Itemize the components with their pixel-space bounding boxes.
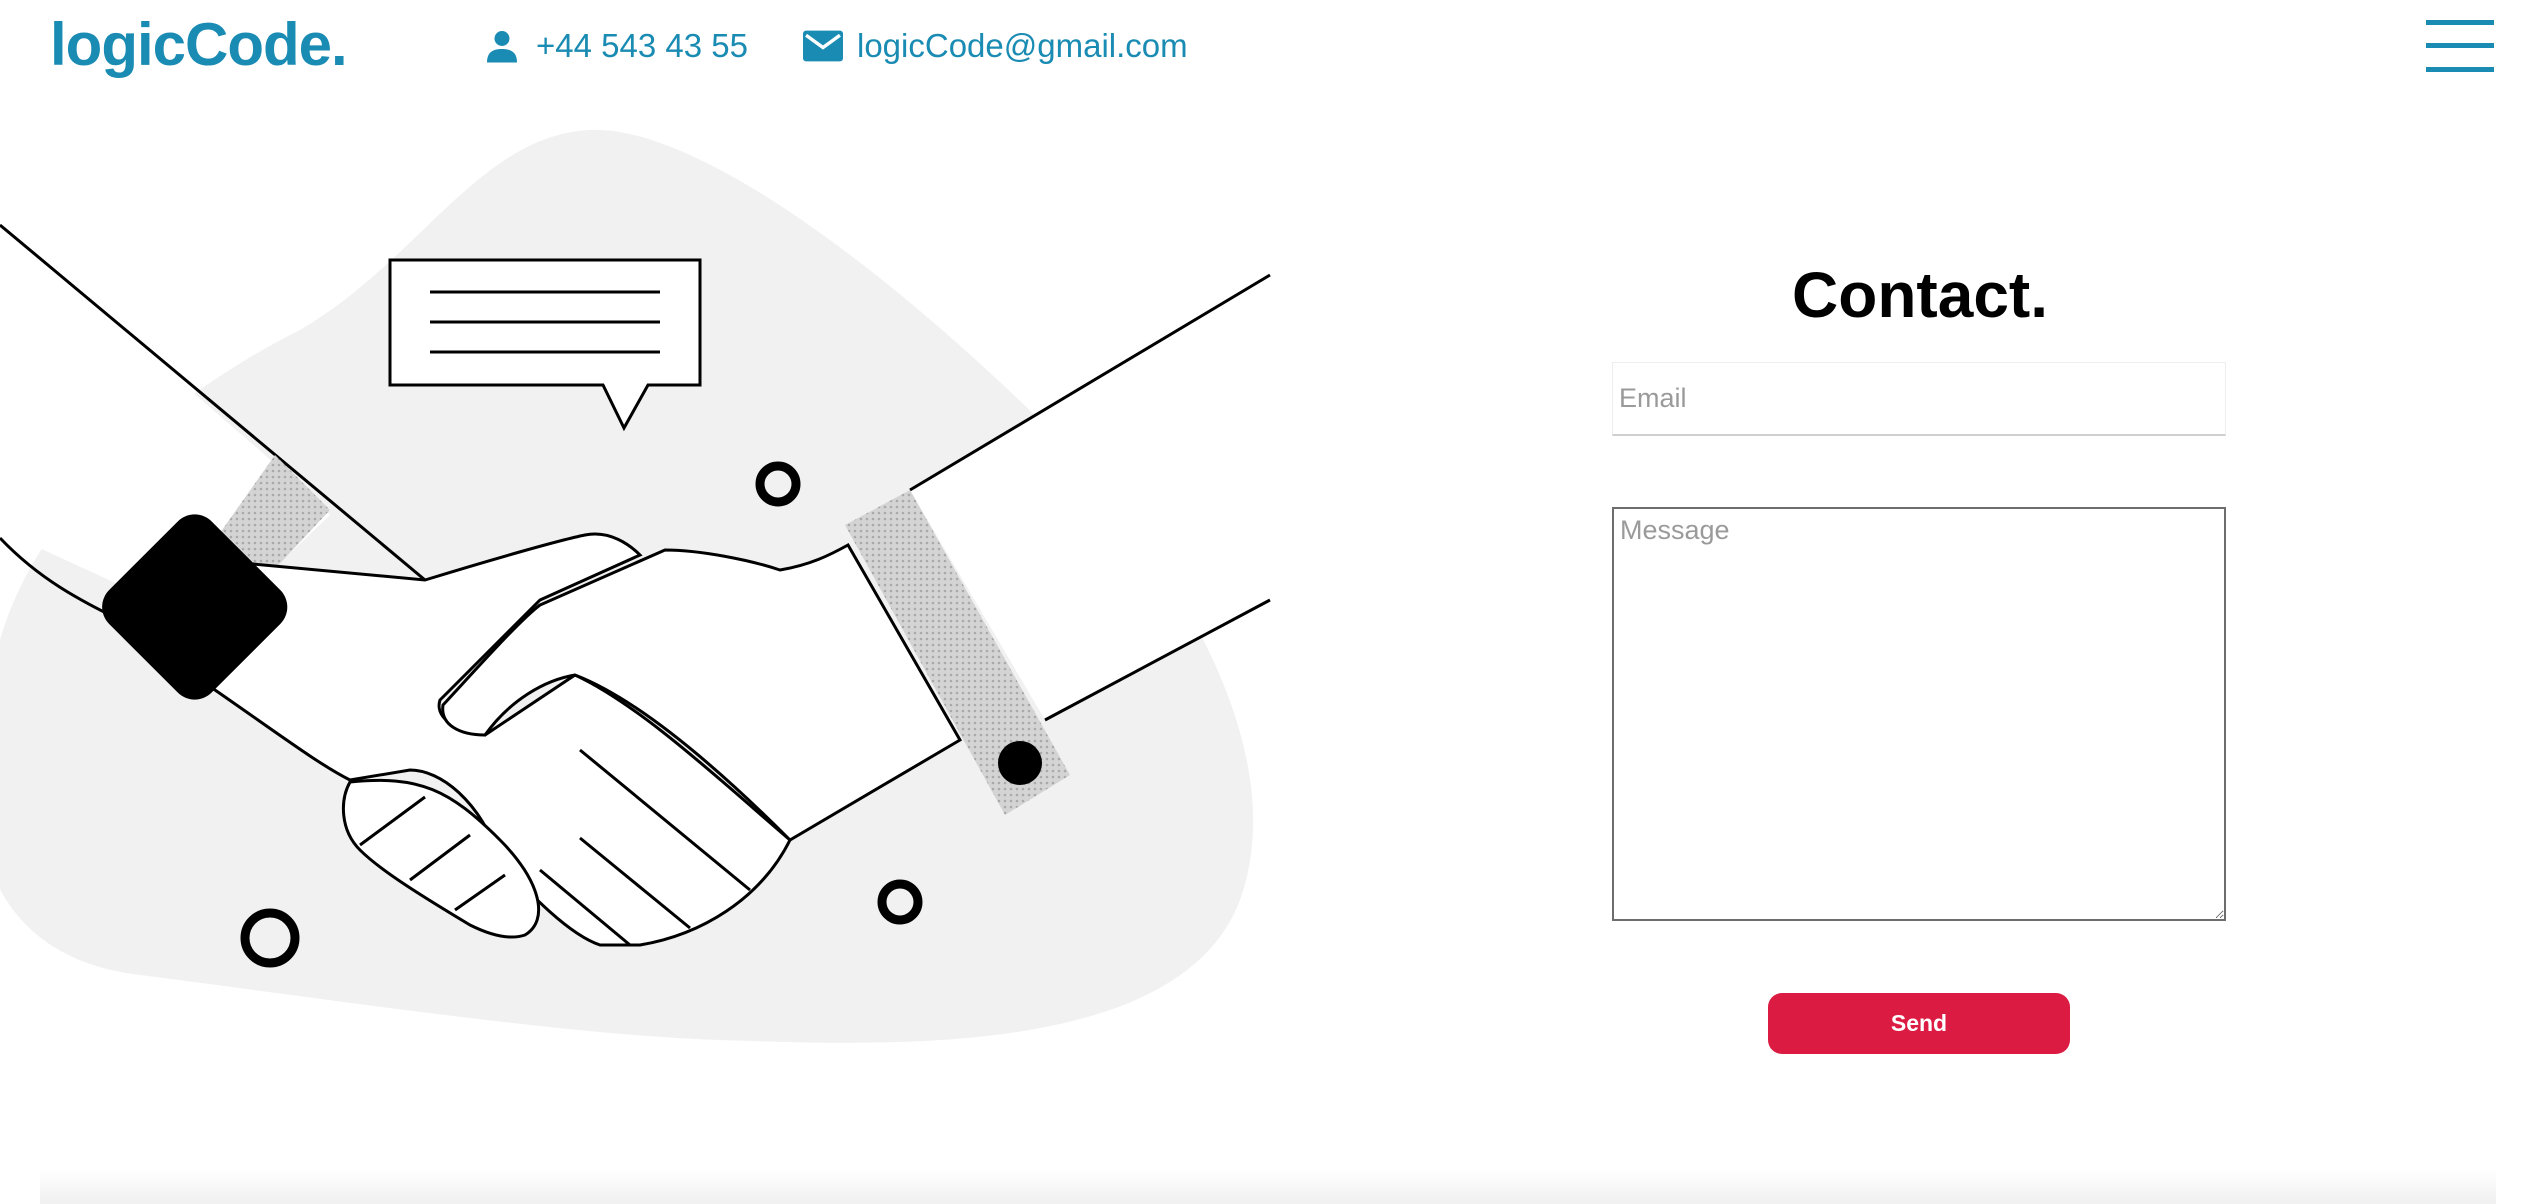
email-address: logicCode@gmail.com <box>857 27 1188 64</box>
footer-shadow <box>40 1170 2496 1204</box>
hamburger-menu-icon[interactable] <box>2426 18 2494 74</box>
menu-bar <box>2426 43 2494 48</box>
send-button[interactable]: Send <box>1768 993 2070 1054</box>
person-icon <box>482 26 522 66</box>
menu-bar <box>2426 20 2494 25</box>
envelope-icon <box>803 26 843 66</box>
email-link[interactable]: logicCode@gmail.com <box>803 22 1188 70</box>
phone-number: +44 543 43 55 <box>536 27 748 64</box>
contact-page: logicCode. +44 543 43 55 logicCode@gmail… <box>0 0 2536 1204</box>
menu-bar <box>2426 67 2494 72</box>
message-field[interactable] <box>1612 507 2226 921</box>
phone-link[interactable]: +44 543 43 55 <box>482 22 748 70</box>
logo[interactable]: logicCode. <box>50 10 348 80</box>
page-title: Contact. <box>1792 259 2048 331</box>
watch-button-icon <box>998 741 1042 785</box>
header: logicCode. +44 543 43 55 logicCode@gmail… <box>0 0 2536 100</box>
handshake-illustration <box>0 129 1271 1043</box>
email-field[interactable] <box>1612 362 2226 436</box>
